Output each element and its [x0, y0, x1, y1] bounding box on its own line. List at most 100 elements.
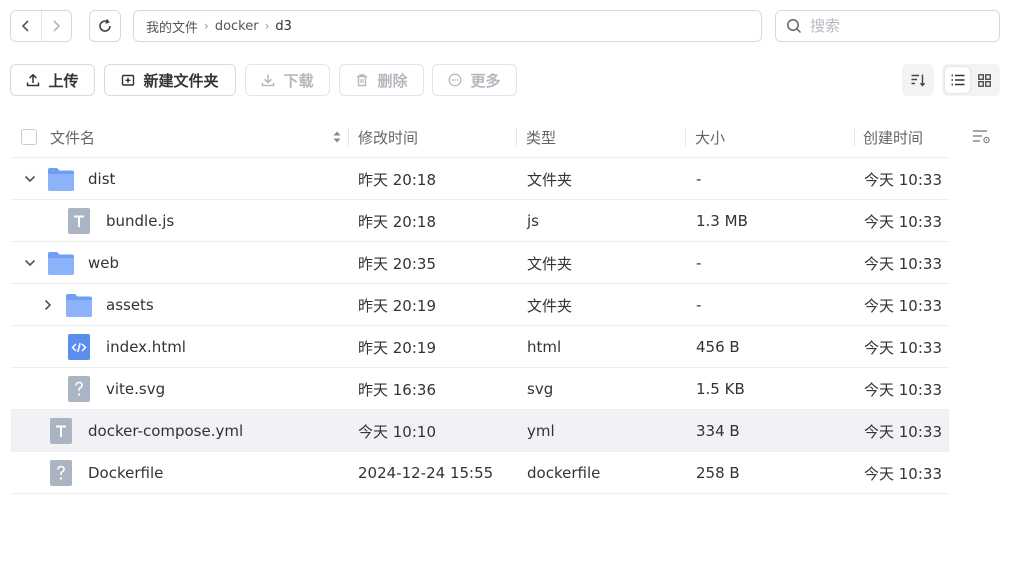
- column-settings-button[interactable]: [972, 128, 992, 146]
- code-file-icon: [65, 334, 93, 360]
- back-button[interactable]: [11, 11, 41, 41]
- table-row[interactable]: assets 昨天 20:19 文件夹 - 今天 10:33: [11, 284, 949, 326]
- column-header-type[interactable]: 类型: [526, 116, 556, 158]
- modified-time: 今天 10:10: [358, 422, 436, 441]
- unknown-file-icon: [47, 460, 75, 486]
- new-folder-icon: [122, 74, 135, 86]
- breadcrumb-item-current[interactable]: d3: [275, 19, 292, 34]
- search-icon: [787, 19, 802, 34]
- column-header-name[interactable]: 文件名: [50, 116, 95, 158]
- table-row[interactable]: index.html 昨天 20:19 html 456 B 今天 10:33: [11, 326, 949, 368]
- breadcrumb-separator-icon: ›: [264, 19, 270, 33]
- search-box[interactable]: [775, 10, 1000, 42]
- modified-time: 2024-12-24 15:55: [358, 464, 494, 482]
- chevron-right-icon[interactable]: [40, 284, 56, 326]
- file-name[interactable]: index.html: [106, 326, 186, 368]
- file-size: 258 B: [696, 464, 740, 482]
- breadcrumb-item-root[interactable]: 我的文件: [146, 17, 198, 36]
- file-type: 文件夹: [527, 254, 573, 273]
- table-row[interactable]: web 昨天 20:35 文件夹 - 今天 10:33: [11, 242, 949, 284]
- table-row[interactable]: dist 昨天 20:18 文件夹 - 今天 10:33: [11, 158, 949, 200]
- unknown-file-icon: [65, 376, 93, 402]
- created-time: 今天 10:33: [864, 380, 942, 399]
- modified-time: 昨天 20:18: [358, 212, 436, 231]
- list-view-icon: [951, 74, 964, 86]
- column-divider[interactable]: [516, 128, 517, 146]
- file-size: -: [696, 254, 702, 272]
- column-header-size[interactable]: 大小: [695, 116, 725, 158]
- table-row[interactable]: vite.svg 昨天 16:36 svg 1.5 KB 今天 10:33: [11, 368, 949, 410]
- top-bar: 我的文件 › docker › d3: [10, 10, 1000, 42]
- file-size: 456 B: [696, 338, 740, 356]
- file-name[interactable]: vite.svg: [106, 368, 165, 410]
- file-name[interactable]: Dockerfile: [88, 452, 163, 494]
- new-folder-button[interactable]: 新建文件夹: [104, 64, 236, 96]
- created-time: 今天 10:33: [864, 170, 942, 189]
- more-label: 更多: [470, 71, 501, 90]
- column-header-created[interactable]: 创建时间: [863, 116, 923, 158]
- sort-button[interactable]: [902, 64, 934, 96]
- chevron-down-icon[interactable]: [22, 158, 38, 200]
- created-time: 今天 10:33: [864, 254, 942, 273]
- column-header-modified[interactable]: 修改时间: [358, 116, 418, 158]
- folder-file-icon: [47, 250, 75, 276]
- column-divider[interactable]: [685, 128, 686, 146]
- file-size: 334 B: [696, 422, 740, 440]
- grid-view-icon: [978, 73, 991, 87]
- file-name[interactable]: dist: [88, 158, 115, 200]
- file-type: html: [527, 338, 562, 356]
- sort-icon: [911, 74, 926, 87]
- forward-button[interactable]: [40, 11, 72, 41]
- file-size: 1.5 KB: [696, 380, 745, 398]
- file-name[interactable]: bundle.js: [106, 200, 174, 242]
- sort-order-icon[interactable]: [332, 116, 342, 158]
- breadcrumb-separator-icon: ›: [204, 19, 209, 33]
- folder-file-icon: [65, 292, 93, 318]
- file-type: yml: [527, 422, 555, 440]
- breadcrumb-item-docker[interactable]: docker: [215, 19, 259, 34]
- file-name[interactable]: docker-compose.yml: [88, 410, 243, 452]
- column-divider[interactable]: [348, 128, 349, 146]
- more-button[interactable]: 更多: [432, 64, 517, 96]
- download-label: 下载: [283, 71, 314, 90]
- column-settings-icon: [973, 130, 990, 144]
- table-body: dist 昨天 20:18 文件夹 - 今天 10:33 bundle.js 昨天 20:1…: [11, 158, 949, 494]
- file-type: svg: [527, 380, 554, 398]
- delete-label: 删除: [377, 71, 408, 90]
- refresh-button[interactable]: [89, 10, 121, 42]
- text-file-icon: [65, 208, 93, 234]
- search-input[interactable]: [810, 17, 980, 35]
- chevron-left-icon: [21, 20, 29, 32]
- modified-time: 昨天 20:19: [358, 296, 436, 315]
- file-name[interactable]: assets: [106, 284, 154, 326]
- table-row[interactable]: Dockerfile 2024-12-24 15:55 dockerfile 258 …: [11, 452, 949, 494]
- table-header: 文件名 修改时间 类型 大小 创建时间: [11, 116, 949, 158]
- file-type: js: [527, 212, 539, 230]
- column-divider[interactable]: [854, 128, 855, 146]
- delete-button[interactable]: 删除: [339, 64, 424, 96]
- upload-button[interactable]: 上传: [10, 64, 95, 96]
- grid-view-button[interactable]: [972, 67, 997, 93]
- modified-time: 昨天 16:36: [358, 380, 436, 399]
- download-button[interactable]: 下载: [245, 64, 330, 96]
- select-all-checkbox[interactable]: [21, 116, 37, 158]
- history-nav: [10, 10, 72, 42]
- created-time: 今天 10:33: [864, 296, 942, 315]
- file-type: 文件夹: [527, 296, 573, 315]
- folder-file-icon: [47, 166, 75, 192]
- view-toggle: [942, 64, 1000, 96]
- upload-icon: [27, 73, 40, 87]
- created-time: 今天 10:33: [864, 464, 942, 483]
- created-time: 今天 10:33: [864, 422, 942, 441]
- table-row[interactable]: docker-compose.yml 今天 10:10 yml 334 B 今天 10:…: [11, 410, 949, 452]
- chevron-down-icon[interactable]: [22, 242, 38, 284]
- upload-label: 上传: [48, 71, 79, 90]
- table-row[interactable]: bundle.js 昨天 20:18 js 1.3 MB 今天 10:33: [11, 200, 949, 242]
- created-time: 今天 10:33: [864, 338, 942, 357]
- file-name[interactable]: web: [88, 242, 119, 284]
- modified-time: 昨天 20:35: [358, 254, 436, 273]
- trash-icon: [357, 74, 368, 87]
- file-size: -: [696, 296, 702, 314]
- modified-time: 昨天 20:18: [358, 170, 436, 189]
- list-view-button[interactable]: [945, 67, 970, 93]
